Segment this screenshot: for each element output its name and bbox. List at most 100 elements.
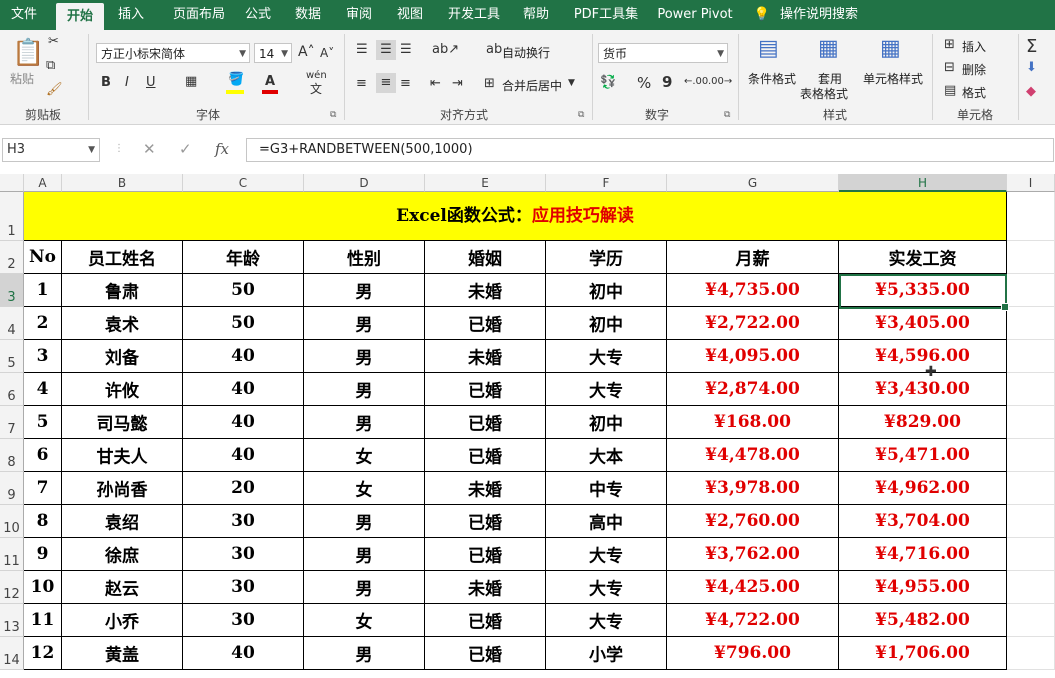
row-header-3[interactable]: 3	[0, 274, 24, 307]
table-cell[interactable]: 8	[24, 505, 62, 538]
cell[interactable]	[1007, 604, 1055, 637]
formula-input[interactable]: =G3+RANDBETWEEN(500,1000)	[246, 138, 1054, 162]
table-cell[interactable]: 未婚	[425, 274, 546, 307]
table-cell[interactable]: ¥4,596.00	[839, 340, 1007, 373]
table-cell[interactable]: 4	[24, 373, 62, 406]
table-cell[interactable]: ¥5,482.00	[839, 604, 1007, 637]
tab-review[interactable]: 审阅	[340, 0, 378, 30]
table-cell[interactable]: 许攸	[62, 373, 183, 406]
table-cell[interactable]: 初中	[546, 307, 667, 340]
row-header-14[interactable]: 14	[0, 637, 24, 670]
column-header-g[interactable]: G	[667, 174, 839, 192]
table-cell[interactable]: 大专	[546, 604, 667, 637]
header-cell[interactable]: 学历	[546, 241, 667, 274]
cell[interactable]	[1007, 472, 1055, 505]
conditional-format-icon[interactable]: ▤	[758, 36, 779, 61]
align-center-icon[interactable]: ≡	[376, 73, 396, 93]
table-cell[interactable]: 30	[183, 505, 304, 538]
merge-center-button[interactable]: 合并后居中	[502, 77, 562, 94]
tab-formulas[interactable]: 公式	[240, 0, 276, 30]
header-cell[interactable]: 年龄	[183, 241, 304, 274]
fill-color-icon[interactable]: 🪣	[228, 72, 244, 87]
increase-font-icon[interactable]: A˄	[298, 44, 315, 60]
cell[interactable]	[1007, 340, 1055, 373]
underline-button[interactable]: U	[146, 75, 156, 90]
insert-cells-button[interactable]: 插入	[962, 38, 986, 55]
delete-cells-icon[interactable]: ⊟	[944, 60, 955, 75]
table-cell[interactable]: 已婚	[425, 604, 546, 637]
column-header-h[interactable]: H	[839, 174, 1007, 192]
dialog-launcher-icon[interactable]: ⧉	[724, 110, 730, 120]
insert-function-icon[interactable]: fx	[215, 140, 229, 158]
font-color-icon[interactable]: A	[265, 74, 275, 89]
column-header-f[interactable]: F	[546, 174, 667, 192]
table-cell[interactable]: 已婚	[425, 637, 546, 670]
format-painter-icon[interactable]: 🖌	[46, 82, 63, 97]
table-cell[interactable]: 30	[183, 538, 304, 571]
align-bottom-icon[interactable]: ☰	[400, 42, 412, 57]
table-cell[interactable]: 男	[304, 307, 425, 340]
table-cell[interactable]: ¥3,762.00	[667, 538, 839, 571]
orientation-icon[interactable]: ab↗	[432, 42, 459, 57]
tab-pdf-tools[interactable]: PDF工具集	[570, 0, 642, 30]
cell[interactable]	[1007, 274, 1055, 307]
column-header-c[interactable]: C	[183, 174, 304, 192]
table-cell[interactable]: 11	[24, 604, 62, 637]
fill-icon[interactable]: ⬇	[1026, 60, 1037, 75]
cell[interactable]	[1007, 406, 1055, 439]
align-middle-icon[interactable]: ☰	[376, 40, 396, 60]
table-cell[interactable]: ¥4,722.00	[667, 604, 839, 637]
table-cell[interactable]: 袁术	[62, 307, 183, 340]
table-cell[interactable]: 男	[304, 373, 425, 406]
table-cell[interactable]: 孙尚香	[62, 472, 183, 505]
table-cell[interactable]: 大本	[546, 439, 667, 472]
table-cell[interactable]: ¥796.00	[667, 637, 839, 670]
table-cell[interactable]: 40	[183, 406, 304, 439]
table-cell[interactable]: 10	[24, 571, 62, 604]
cell[interactable]	[1007, 241, 1055, 274]
table-cell[interactable]: 赵云	[62, 571, 183, 604]
row-header-2[interactable]: 2	[0, 241, 24, 274]
table-cell[interactable]: 已婚	[425, 538, 546, 571]
header-cell[interactable]: 性别	[304, 241, 425, 274]
table-cell[interactable]: 已婚	[425, 406, 546, 439]
table-cell[interactable]: 徐庶	[62, 538, 183, 571]
number-format-combo[interactable]: 货币 ▼	[598, 43, 728, 63]
table-cell[interactable]: 黄盖	[62, 637, 183, 670]
tab-file[interactable]: 文件	[0, 0, 48, 30]
tell-me-search[interactable]: 操作说明搜索	[778, 0, 860, 30]
table-cell[interactable]: 40	[183, 637, 304, 670]
cell[interactable]	[1007, 637, 1055, 670]
row-header-8[interactable]: 8	[0, 439, 24, 472]
worksheet-grid[interactable]: A B C D E F G H I 1 2 3 4 5 6 7 8 9 10 1…	[0, 174, 1055, 678]
cancel-icon[interactable]: ✕	[143, 140, 156, 158]
table-cell[interactable]: 小乔	[62, 604, 183, 637]
table-cell[interactable]: ¥2,874.00	[667, 373, 839, 406]
cell[interactable]	[1007, 192, 1055, 241]
cell[interactable]	[1007, 307, 1055, 340]
row-header-5[interactable]: 5	[0, 340, 24, 373]
table-cell[interactable]: 已婚	[425, 505, 546, 538]
merge-icon[interactable]: ⊞	[484, 76, 495, 91]
select-all-corner[interactable]	[0, 174, 24, 192]
table-cell[interactable]: 男	[304, 340, 425, 373]
table-cell[interactable]: 女	[304, 439, 425, 472]
table-cell[interactable]: 2	[24, 307, 62, 340]
row-header-11[interactable]: 11	[0, 538, 24, 571]
table-cell[interactable]: 30	[183, 571, 304, 604]
column-header-a[interactable]: A	[24, 174, 62, 192]
wrap-text-icon[interactable]: ab	[486, 42, 502, 57]
table-cell[interactable]: 9	[24, 538, 62, 571]
row-header-10[interactable]: 10	[0, 505, 24, 538]
table-cell[interactable]: ¥4,735.00	[667, 274, 839, 307]
tab-view[interactable]: 视图	[390, 0, 430, 30]
row-header-4[interactable]: 4	[0, 307, 24, 340]
table-cell[interactable]: 6	[24, 439, 62, 472]
column-header-e[interactable]: E	[425, 174, 546, 192]
table-cell[interactable]: 男	[304, 505, 425, 538]
table-cell[interactable]: 40	[183, 340, 304, 373]
increase-decimal-icon[interactable]: ←.00	[684, 76, 708, 87]
table-cell[interactable]: 已婚	[425, 373, 546, 406]
table-cell[interactable]: 12	[24, 637, 62, 670]
table-cell[interactable]: 鲁肃	[62, 274, 183, 307]
